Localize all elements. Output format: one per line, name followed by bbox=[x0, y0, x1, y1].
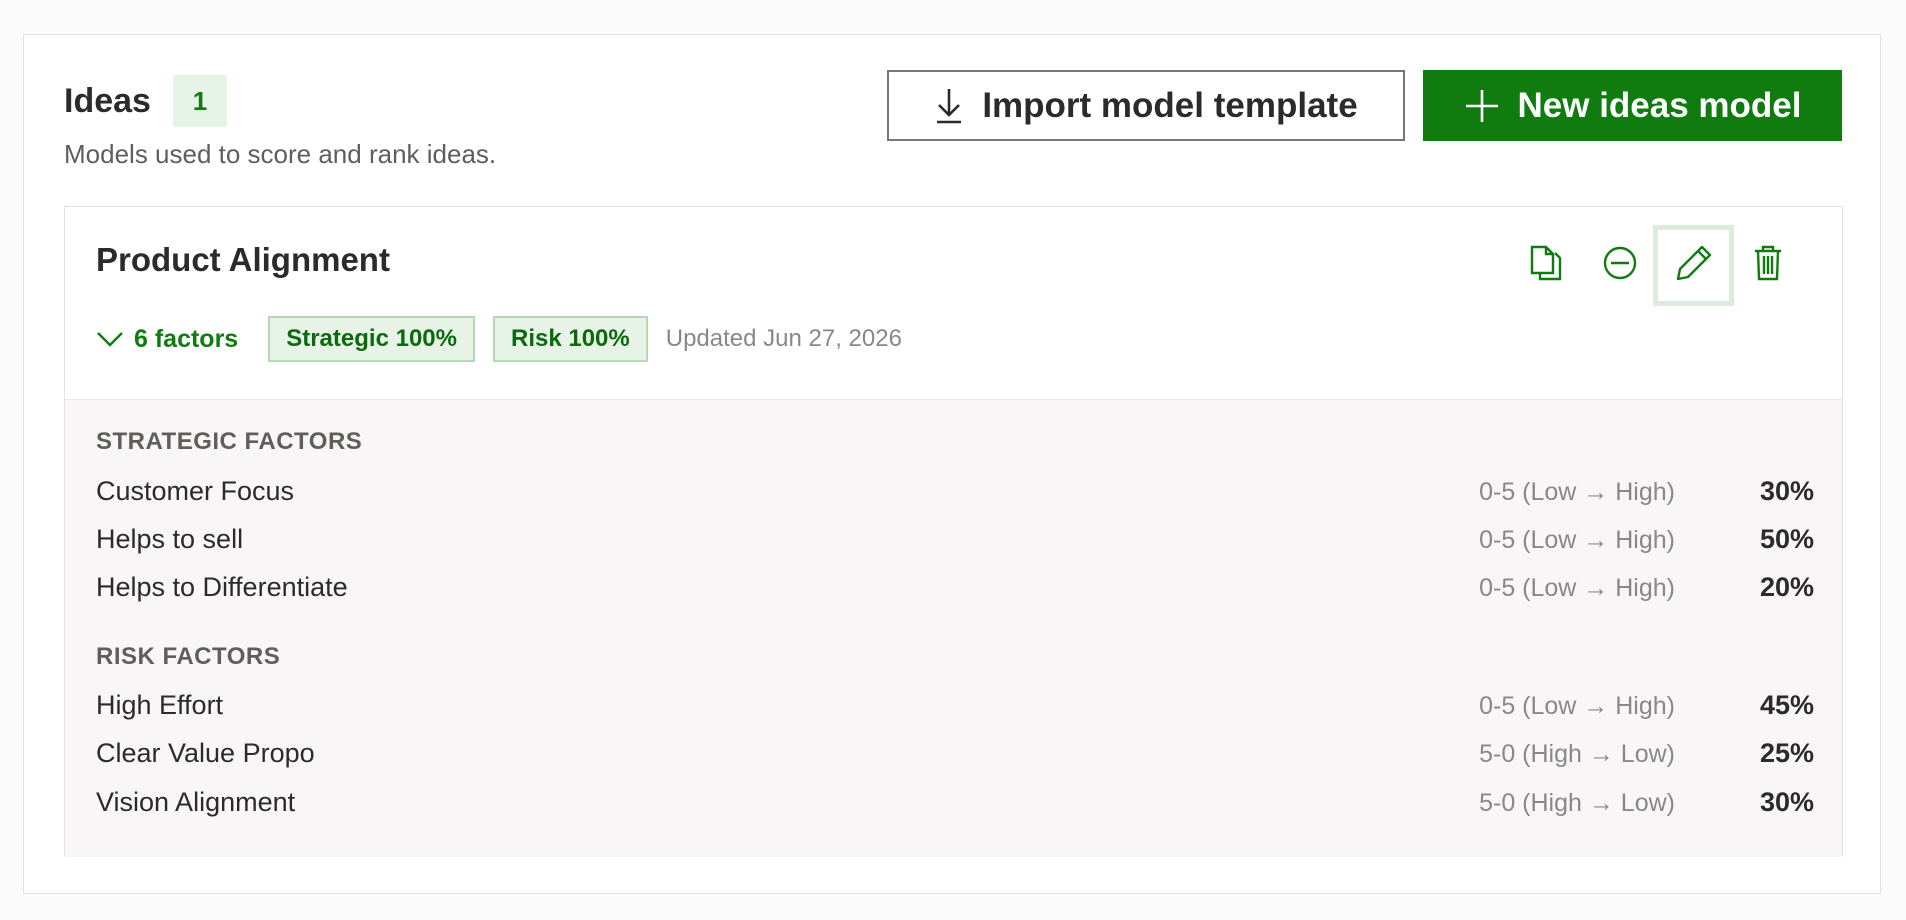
factor-name: Helps to Differentiate bbox=[96, 572, 348, 602]
page-title: Ideas bbox=[64, 81, 151, 120]
factor-weight: 30% bbox=[1759, 476, 1814, 506]
factor-name: High Effort bbox=[96, 690, 224, 720]
section-label-risk: RISK FACTORS bbox=[96, 643, 281, 670]
factor-scale: 5-0 (High → Low) bbox=[1479, 789, 1675, 817]
factors-toggle[interactable]: 6 factors bbox=[96, 325, 238, 354]
factor-row: Helps to Differentiate 0-5 (Low → High) … bbox=[96, 572, 1814, 616]
factor-row: Customer Focus 0-5 (Low → High) 30% bbox=[96, 476, 1814, 520]
factor-weight: 30% bbox=[1759, 787, 1814, 817]
disable-button[interactable] bbox=[1579, 225, 1660, 306]
page-subtitle: Models used to score and rank ideas. bbox=[64, 139, 497, 169]
plus-icon bbox=[1464, 88, 1500, 124]
factor-weight: 25% bbox=[1759, 738, 1814, 768]
strategic-weight-chip: Strategic 100% bbox=[268, 316, 475, 362]
section-label-strategic: STRATEGIC FACTORS bbox=[96, 428, 363, 455]
model-meta: 6 factors Strategic 100% Risk 100% Updat… bbox=[96, 315, 902, 363]
factors-panel: STRATEGIC FACTORS Customer Focus 0-5 (Lo… bbox=[65, 399, 1842, 857]
factor-name: Vision Alignment bbox=[96, 787, 296, 817]
factor-row: Vision Alignment 5-0 (High → Low) 30% bbox=[96, 787, 1814, 831]
factors-count-label: 6 factors bbox=[134, 324, 239, 353]
risk-weight-chip: Risk 100% bbox=[492, 316, 648, 362]
model-card: Product Alignment 6 factors Strategic 10… bbox=[64, 206, 1843, 857]
factor-scale: 0-5 (Low → High) bbox=[1479, 574, 1675, 602]
factor-weight: 20% bbox=[1759, 572, 1814, 602]
model-title: Product Alignment bbox=[96, 241, 390, 278]
card-actions bbox=[1505, 225, 1801, 306]
download-icon bbox=[934, 87, 964, 125]
factor-weight: 45% bbox=[1759, 690, 1814, 720]
import-model-template-button[interactable]: Import model template bbox=[887, 70, 1405, 141]
factor-name: Customer Focus bbox=[96, 476, 295, 506]
updated-date: Updated Jun 27, 2026 bbox=[665, 325, 902, 352]
factor-row: Clear Value Propo 5-0 (High → Low) 25% bbox=[96, 738, 1814, 782]
new-ideas-model-button[interactable]: New ideas model bbox=[1423, 70, 1842, 141]
import-button-label: Import model template bbox=[982, 85, 1358, 125]
delete-icon bbox=[1753, 244, 1783, 287]
copy-button[interactable] bbox=[1505, 225, 1586, 306]
copy-icon bbox=[1529, 244, 1563, 287]
factor-weight: 50% bbox=[1759, 524, 1814, 554]
factor-scale: 5-0 (High → Low) bbox=[1479, 740, 1675, 768]
edit-icon bbox=[1675, 244, 1713, 287]
factor-row: Helps to sell 0-5 (Low → High) 50% bbox=[96, 524, 1814, 568]
factor-scale: 0-5 (Low → High) bbox=[1479, 692, 1675, 720]
factor-row: High Effort 0-5 (Low → High) 45% bbox=[96, 690, 1814, 734]
page-header: Ideas 1 bbox=[64, 75, 227, 127]
disable-icon bbox=[1602, 245, 1638, 286]
ideas-panel: Ideas 1 Models used to score and rank id… bbox=[23, 34, 1881, 894]
factor-name: Clear Value Propo bbox=[96, 738, 315, 768]
factor-scale: 0-5 (Low → High) bbox=[1479, 526, 1675, 554]
count-badge: 1 bbox=[172, 75, 227, 127]
factor-scale: 0-5 (Low → High) bbox=[1479, 478, 1675, 506]
edit-button[interactable] bbox=[1653, 225, 1734, 306]
chevron-down-icon bbox=[97, 332, 123, 347]
new-button-label: New ideas model bbox=[1517, 85, 1802, 125]
delete-button[interactable] bbox=[1727, 225, 1808, 306]
factor-name: Helps to sell bbox=[96, 524, 244, 554]
